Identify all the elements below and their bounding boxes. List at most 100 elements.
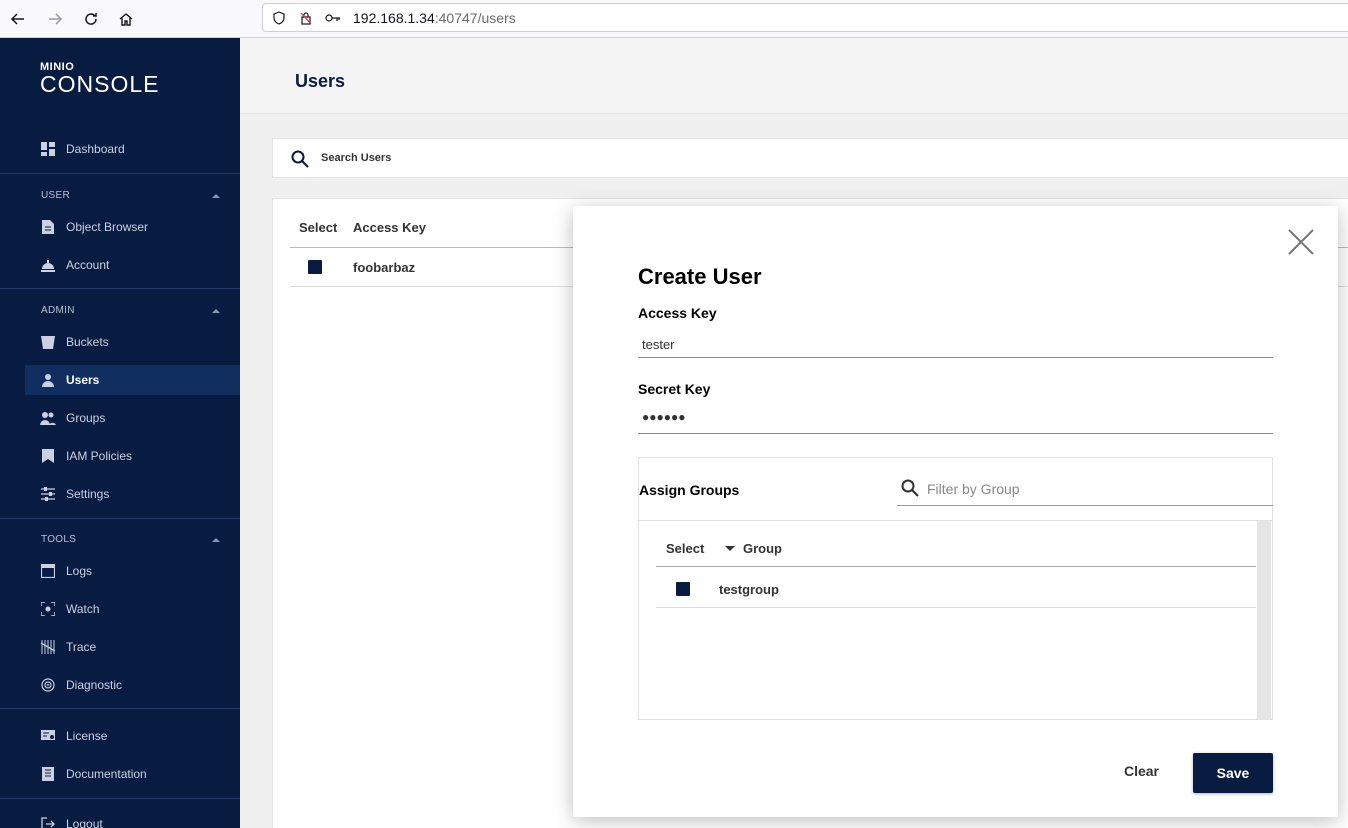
column-header-select: Select: [666, 541, 705, 556]
sidebar-item-label: Watch: [66, 602, 100, 616]
search-users-placeholder: Search Users: [321, 152, 392, 164]
insecure-lock-icon[interactable]: [298, 10, 314, 26]
groups-scrollbar[interactable]: [1257, 521, 1271, 720]
sidebar-item-label: License: [66, 729, 108, 743]
settings-sliders-icon: [40, 486, 56, 502]
radar-icon: [40, 677, 56, 693]
column-header-group[interactable]: Group: [743, 541, 782, 556]
sidebar-item-object-browser[interactable]: Object Browser: [25, 212, 240, 242]
filter-group-input[interactable]: [927, 478, 1257, 500]
sidebar-item-diagnostic[interactable]: Diagnostic: [25, 670, 240, 700]
reload-icon: [85, 13, 97, 25]
home-button[interactable]: [114, 7, 138, 31]
chevron-up-icon[interactable]: [212, 538, 220, 542]
sidebar-item-iam-policies[interactable]: IAM Policies: [25, 441, 240, 471]
target-icon: [40, 601, 56, 617]
close-button[interactable]: [1285, 226, 1317, 258]
sidebar-item-label: Diagnostic: [66, 678, 123, 692]
page-title: Users: [295, 71, 346, 91]
home-icon: [119, 13, 133, 26]
arrow-right-icon: [49, 13, 63, 25]
create-user-dialog: Create User Access Key Secret Key ●●●●●●…: [573, 206, 1338, 817]
sidebar-item-users[interactable]: Users: [25, 365, 240, 395]
sidebar-divider: [0, 173, 240, 174]
column-header-select: Select: [299, 220, 338, 235]
sidebar-item-label: Buckets: [66, 335, 109, 349]
service-bell-icon: [40, 257, 56, 273]
bucket-icon: [40, 334, 56, 350]
users-group-icon: [40, 410, 56, 426]
secret-key-masked-value: ●●●●●●: [642, 410, 686, 424]
dashboard-icon: [40, 141, 56, 157]
logout-icon: [40, 816, 56, 828]
sidebar-item-account[interactable]: Account: [25, 250, 240, 280]
book-icon: [40, 766, 56, 782]
arrow-left-icon: [10, 13, 24, 25]
sidebar-item-settings[interactable]: Settings: [25, 479, 240, 509]
sidebar-item-license[interactable]: License: [25, 721, 240, 751]
sidebar-item-buckets[interactable]: Buckets: [25, 327, 240, 357]
minio-console-logo[interactable]: MINIO CONSOLE: [40, 62, 160, 97]
sidebar-divider: [0, 708, 240, 709]
url-bar[interactable]: 192.168.1.34:40747/users: [262, 3, 1348, 32]
sidebar-divider: [0, 288, 240, 289]
assign-groups-title: Assign Groups: [639, 482, 740, 498]
clear-button[interactable]: Clear: [1113, 759, 1170, 783]
sidebar-item-label: Object Browser: [66, 220, 149, 234]
logo-main-text: CONSOLE: [40, 71, 160, 97]
sidebar-item-documentation[interactable]: Documentation: [25, 759, 240, 789]
group-select-checkbox[interactable]: [676, 582, 690, 596]
sidebar-item-dashboard[interactable]: Dashboard: [25, 134, 240, 164]
access-key-input[interactable]: [638, 332, 1273, 358]
sidebar-item-label: Logout: [66, 817, 103, 828]
bookmark-icon: [40, 448, 56, 464]
chevron-up-icon[interactable]: [212, 194, 220, 198]
search-icon: [901, 479, 919, 502]
sort-down-icon[interactable]: [725, 546, 735, 551]
sidebar-section-user[interactable]: USER: [41, 190, 70, 201]
column-header-access-key[interactable]: Access Key: [353, 220, 426, 235]
sidebar-item-label: Dashboard: [66, 142, 125, 156]
back-button[interactable]: [6, 7, 30, 31]
table-header-divider: [656, 566, 1256, 567]
row-select-checkbox[interactable]: [308, 260, 322, 274]
secret-key-label: Secret Key: [638, 381, 711, 397]
sidebar-section-admin[interactable]: ADMIN: [41, 305, 75, 316]
reload-button[interactable]: [79, 7, 103, 31]
search-users-bar[interactable]: Search Users: [272, 138, 1348, 178]
sidebar-divider: [0, 518, 240, 519]
url-text: 192.168.1.34:40747/users: [353, 10, 516, 26]
shield-icon[interactable]: [271, 10, 287, 26]
sidebar-item-label: Trace: [66, 640, 97, 654]
filter-group-field[interactable]: [897, 470, 1273, 506]
chevron-up-icon[interactable]: [212, 309, 220, 313]
secret-key-input[interactable]: [638, 408, 1273, 434]
sidebar-section-tools[interactable]: TOOLS: [41, 534, 76, 545]
search-icon: [291, 150, 309, 173]
table-row-access-key[interactable]: foobarbaz: [353, 260, 415, 275]
sidebar-item-label: Settings: [66, 487, 110, 501]
groups-table: Select Group testgroup: [639, 520, 1272, 720]
key-icon[interactable]: [325, 10, 341, 26]
page-header: Users: [240, 38, 1348, 114]
sidebar-item-label: IAM Policies: [66, 449, 133, 463]
sidebar-divider: [0, 798, 240, 799]
sidebar-item-label: Users: [66, 373, 100, 387]
sidebar-item-label: Documentation: [66, 767, 147, 781]
sidebar: MINIO CONSOLE Dashboard USER Object Brow…: [0, 38, 240, 828]
table-row-divider: [656, 607, 1256, 608]
sidebar-item-groups[interactable]: Groups: [25, 403, 240, 433]
sidebar-item-logs[interactable]: Logs: [25, 556, 240, 586]
window-icon: [40, 563, 56, 579]
sidebar-item-watch[interactable]: Watch: [25, 594, 240, 624]
close-icon: [1288, 229, 1314, 255]
url-host: 192.168.1.34: [353, 10, 435, 26]
sidebar-item-logout[interactable]: Logout: [25, 809, 240, 828]
table-row-group-name[interactable]: testgroup: [719, 582, 779, 597]
user-icon: [40, 372, 56, 388]
dialog-title: Create User: [638, 264, 762, 289]
forward-button[interactable]: [43, 7, 67, 31]
sidebar-item-trace[interactable]: Trace: [25, 632, 240, 662]
sidebar-item-label: Logs: [66, 564, 93, 578]
save-button[interactable]: Save: [1193, 753, 1273, 793]
